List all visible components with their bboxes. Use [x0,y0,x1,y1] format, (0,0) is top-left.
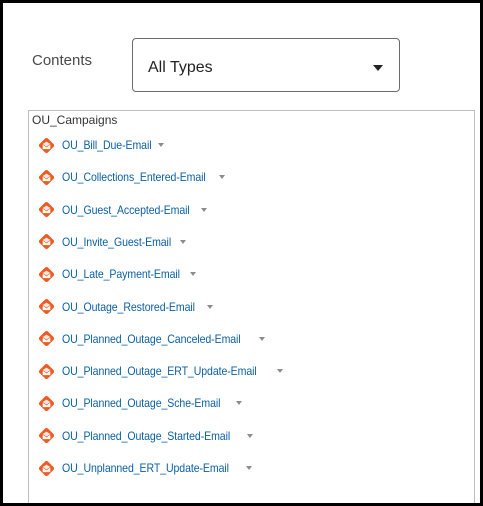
email-campaign-icon [38,266,55,282]
chevron-down-icon[interactable] [201,207,208,212]
tree-item[interactable]: OU_Outage_Restored-Email [38,298,214,316]
contents-label: Contents [32,52,93,69]
email-campaign-icon [38,298,55,315]
tree-item-label: OU_Planned_Outage_Canceled-Email [62,331,241,346]
email-campaign-icon [38,331,55,347]
chevron-down-icon[interactable] [207,304,214,309]
tree-item[interactable]: OU_Guest_Accepted-Email [38,201,208,219]
tree-item-label: OU_Planned_Outage_Started-Email [62,428,231,443]
chevron-down-icon[interactable] [157,143,164,147]
email-campaign-icon [38,395,55,411]
tree-item-label: OU_Planned_Outage_Sche-Email [62,396,221,411]
tree-scrollbar-thumb[interactable] [474,222,475,374]
chevron-down-icon[interactable] [258,336,265,341]
tree-item-label: OU_Outage_Restored-Email [62,299,195,314]
caret-down-icon [373,65,383,71]
tree-item-label: OU_Bill_Due-Email [62,138,152,152]
email-campaign-icon [38,137,55,153]
content-picker-panel: Contents All Types OU_Campaigns OU_Bill_… [0,0,483,506]
tree-item[interactable]: OU_Planned_Outage_ERT_Update-Email [38,362,284,380]
chevron-down-icon[interactable] [245,466,252,470]
email-campaign-icon [38,202,55,218]
tree-item[interactable]: OU_Unplanned_ERT_Update-Email [38,459,252,477]
chevron-down-icon[interactable] [219,175,226,180]
tree-item[interactable]: OU_Late_Payment-Email [38,265,196,283]
chevron-down-icon[interactable] [247,433,254,438]
email-campaign-icon [38,460,55,476]
tree-item[interactable]: OU_Planned_Outage_Canceled-Email [38,330,265,348]
email-campaign-icon [38,363,55,379]
content-type-selected-value: All Types [148,59,213,76]
content-tree: OU_Campaigns OU_Bill_Due-Email OU_Collec… [28,110,475,503]
tree-item[interactable]: OU_Invite_Guest-Email [38,233,186,251]
tree-item-label: OU_Invite_Guest-Email [62,234,172,249]
email-campaign-icon [38,428,55,444]
chevron-down-icon[interactable] [179,239,186,244]
tree-item[interactable]: OU_Collections_Entered-Email [38,168,226,186]
content-type-select[interactable]: All Types [132,38,400,92]
email-campaign-icon [38,234,55,250]
tree-item-label: OU_Guest_Accepted-Email [62,202,190,217]
chevron-down-icon[interactable] [235,401,242,406]
tree-item-label: OU_Collections_Entered-Email [62,170,206,185]
tree-root-label: OU_Campaigns [32,113,118,127]
chevron-down-icon[interactable] [277,369,284,374]
tree-item-label: OU_Planned_Outage_ERT_Update-Email [62,364,257,379]
tree-item-label: OU_Late_Payment-Email [62,267,180,282]
email-campaign-icon [38,169,55,185]
tree-item-label: OU_Unplanned_ERT_Update-Email [62,461,229,475]
tree-item[interactable]: OU_Planned_Outage_Sche-Email [38,394,242,412]
chevron-down-icon[interactable] [189,272,196,277]
tree-item[interactable]: OU_Planned_Outage_Started-Email [38,427,254,445]
tree-item[interactable]: OU_Bill_Due-Email [38,136,164,154]
